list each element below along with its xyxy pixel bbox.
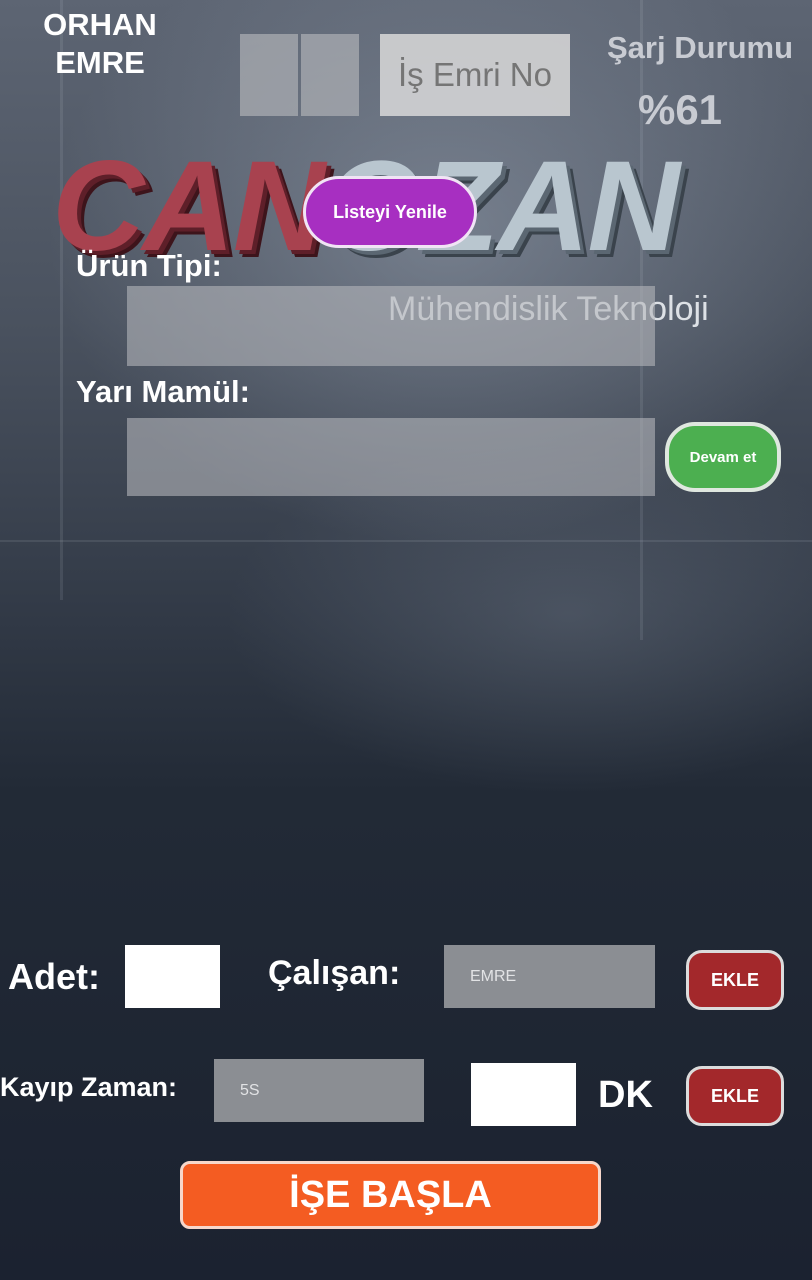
lost-time-field[interactable]: 5S [214,1059,424,1122]
quantity-label: Adet: [8,956,100,997]
user-name-line2: EMRE [55,45,145,80]
start-work-button[interactable]: İŞE BAŞLA [180,1161,601,1229]
battery-value: %61 [637,86,723,133]
employee-field[interactable]: EMRE [444,945,655,1008]
bg-structure-line [0,540,812,542]
lost-time-label: Kayıp Zaman: [0,1072,178,1102]
product-type-label: Ürün Tipi: [76,248,222,283]
add-employee-button[interactable]: EKLE [686,950,784,1010]
quantity-input[interactable] [125,945,220,1008]
battery-label: Şarj Durumu [606,30,794,65]
employee-label: Çalışan: [268,954,401,992]
refresh-list-button[interactable]: Listeyi Yenile [303,176,477,248]
semi-product-select[interactable] [127,418,655,496]
work-order-input[interactable] [380,34,570,116]
minutes-unit-label: DK [598,1074,653,1116]
minutes-input[interactable] [471,1063,576,1126]
semi-product-label: Yarı Mamül: [76,374,250,409]
status-tile [240,34,298,116]
user-name-line1: ORHAN [43,7,157,42]
status-tile [301,34,359,116]
add-lost-time-button[interactable]: EKLE [686,1066,784,1126]
continue-button[interactable]: Devam et [665,422,781,492]
user-name: ORHAN EMRE [20,6,180,82]
bg-structure-line [60,0,63,600]
product-type-select[interactable] [127,286,655,366]
